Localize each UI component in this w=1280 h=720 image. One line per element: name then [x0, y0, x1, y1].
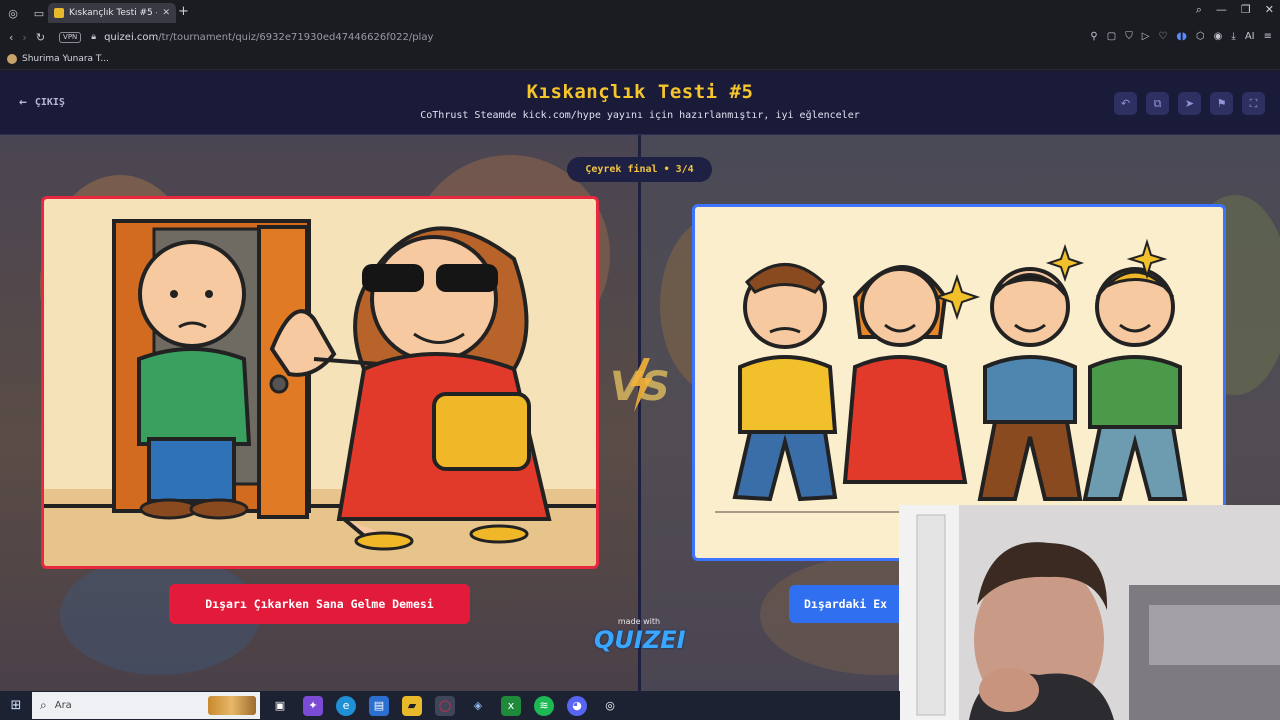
taskbar-apps: ▣ ✦ e ▤ ▰ ◯ ◈ x ≋ ◕ ◎: [270, 695, 620, 716]
windows-start-icon[interactable]: ⊞: [0, 698, 32, 713]
url-field[interactable]: quizei.com/tr/tournament/quiz/6932e71930…: [104, 32, 433, 43]
browser-logo-icon[interactable]: ◎: [6, 6, 20, 20]
sidebar-toggle-icon[interactable]: ▭: [32, 6, 46, 20]
left-choice-button[interactable]: Dışarı Çıkarken Sana Gelme Demesi: [169, 584, 470, 624]
opera-icon[interactable]: ◯: [435, 695, 455, 716]
quiz-title: Kıskançlık Testi #5: [526, 81, 754, 103]
search-highlight-art: [208, 696, 256, 715]
spotify-icon[interactable]: ≋: [534, 695, 554, 716]
file-explorer-icon[interactable]: ▰: [402, 695, 422, 716]
lock-icon[interactable]: 🔒︎: [91, 32, 96, 42]
new-tab-icon[interactable]: +: [178, 4, 189, 19]
reload-icon[interactable]: ↻: [36, 31, 45, 44]
excel-icon[interactable]: x: [501, 695, 521, 716]
browser-titlebar: ◎ ▭ Kıskançlık Testi #5 - Tier l ✕ + ⌕ —…: [0, 0, 1280, 26]
window-controls: ⌕ — ❐ ✕: [1196, 3, 1274, 17]
made-with-badge[interactable]: made with QUIZEI: [594, 617, 686, 654]
extension-toolbar: ⚲ ▢ ⛉ ▷ ♡ ◖◗ ⬡ ◉ ⤓ AI ≡: [1090, 31, 1272, 42]
taskbar-search[interactable]: ⌕ Ara: [32, 692, 260, 719]
vpn-badge[interactable]: VPN: [59, 31, 82, 43]
url-path: /tr/tournament/quiz/6932e71930ed47446626…: [158, 31, 434, 43]
task-view-icon[interactable]: ▣: [270, 696, 290, 716]
tab-favicon-icon: [54, 8, 64, 18]
left-choice-image[interactable]: [41, 196, 599, 569]
brand-logo: QUIZEI: [594, 626, 686, 654]
bookmark-favicon-icon: [7, 53, 17, 64]
minimize-icon[interactable]: —: [1216, 3, 1227, 17]
bookmarks-bar: Shurima Yunara T...: [0, 48, 1280, 70]
round-badge: Çeyrek final • 3/4: [567, 157, 712, 182]
share-icon[interactable]: ➤: [1178, 92, 1201, 115]
bookmark-item[interactable]: Shurima Yunara T...: [22, 54, 109, 64]
tab-title: Kıskançlık Testi #5 - Tier l: [69, 8, 157, 18]
copy-icon[interactable]: ⧉: [1146, 92, 1169, 115]
close-window-icon[interactable]: ✕: [1265, 3, 1274, 17]
discord-icon[interactable]: ◕: [567, 695, 587, 716]
forward-icon[interactable]: ›: [22, 31, 26, 44]
search-placeholder: Ara: [54, 700, 72, 711]
made-with-label: made with: [617, 617, 661, 626]
header-tools: ↶ ⧉ ➤ ⚑ ⛶: [1114, 92, 1265, 115]
play-icon[interactable]: ▷: [1142, 31, 1150, 42]
versus-icon: VS: [606, 354, 672, 414]
search-icon: ⌕: [40, 698, 47, 712]
tab-close-icon[interactable]: ✕: [162, 8, 170, 18]
steam-icon[interactable]: ◈: [468, 696, 488, 716]
bookmark-icon[interactable]: ▢: [1107, 31, 1116, 42]
webcam-overlay: [899, 505, 1280, 720]
account-icon[interactable]: ◉: [1214, 31, 1223, 42]
audio-icon[interactable]: ◖◗: [1176, 31, 1187, 42]
url-host: quizei.com: [104, 31, 159, 43]
store-icon[interactable]: ▤: [369, 695, 389, 716]
browser-tab[interactable]: Kıskançlık Testi #5 - Tier l ✕: [48, 3, 176, 23]
shield-icon[interactable]: ⛉: [1125, 31, 1133, 42]
quiz-header: ← ÇIKIŞ Kıskançlık Testi #5 CoThrust Ste…: [0, 71, 1280, 135]
extensions-icon[interactable]: ⬡: [1196, 31, 1205, 42]
obs-icon[interactable]: ◎: [600, 696, 620, 716]
left-illustration: [44, 219, 596, 566]
back-icon[interactable]: ‹: [9, 31, 13, 44]
heart-icon[interactable]: ♡: [1158, 31, 1167, 42]
restore-icon[interactable]: ❐: [1241, 3, 1251, 17]
address-bar-row: ‹ › ↻ VPN 🔒︎ quizei.com/tr/tournament/qu…: [0, 26, 1280, 48]
undo-icon[interactable]: ↶: [1114, 92, 1137, 115]
menu-icon[interactable]: ≡: [1264, 31, 1272, 42]
flag-icon[interactable]: ⚑: [1210, 92, 1233, 115]
edge-icon[interactable]: e: [336, 695, 356, 716]
search-tabs-icon[interactable]: ⌕: [1196, 3, 1202, 17]
fullscreen-icon[interactable]: ⛶: [1242, 92, 1265, 115]
copilot-icon[interactable]: ✦: [303, 695, 323, 716]
download-icon[interactable]: ⤓: [1231, 31, 1235, 42]
quiz-subtitle: CoThrust Steamde kick.com/hype yayını iç…: [420, 110, 860, 121]
windows-taskbar: ⊞ ⌕ Ara ▣ ✦ e ▤ ▰ ◯ ◈ x ≋ ◕ ◎: [0, 691, 900, 720]
pin-icon[interactable]: ⚲: [1090, 31, 1097, 42]
ai-button[interactable]: AI: [1245, 31, 1255, 42]
